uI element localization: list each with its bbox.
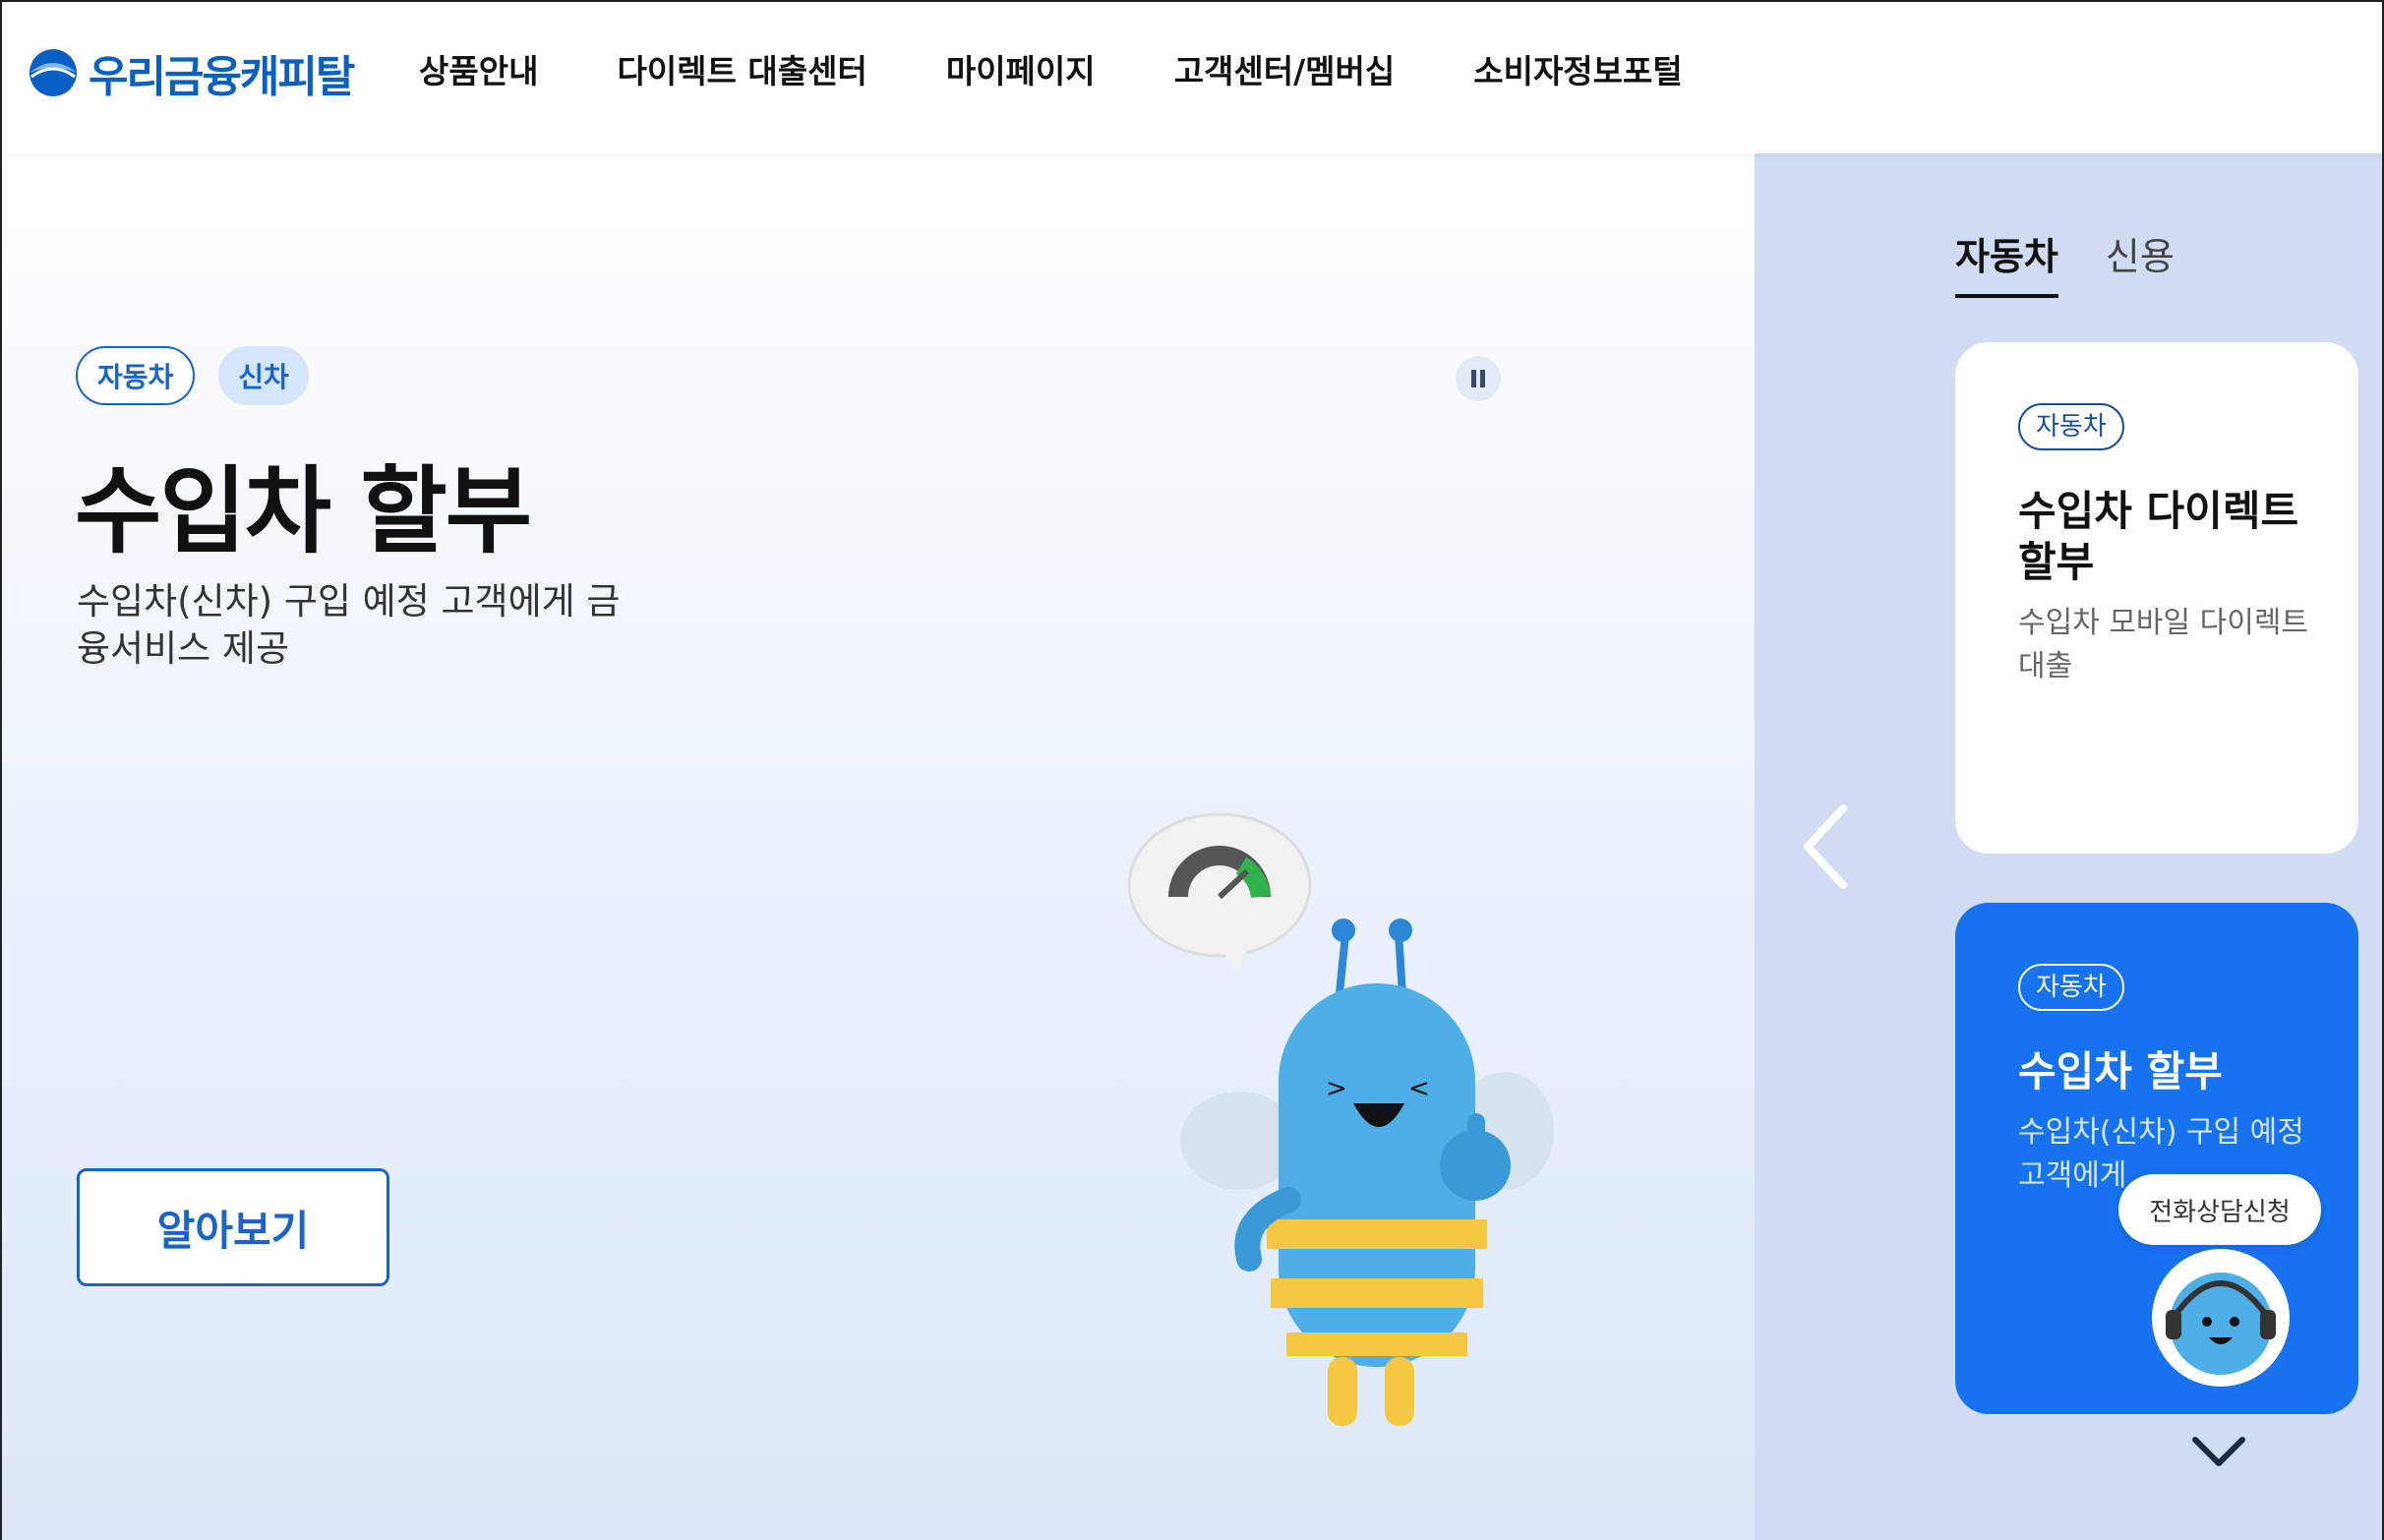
product-card-direct[interactable]: 자동차 수입차 다이렉트 할부 수입차 모바일 다이렉트 대출	[1955, 342, 2358, 854]
site-header: 우리금융캐피탈 상품안내 다이렉트 대출센터 마이페이지 고객센터/멤버십 소비…	[2, 2, 2382, 153]
bee-consultant-avatar-icon[interactable]	[2152, 1249, 2290, 1387]
tab-car[interactable]: 자동차	[1955, 226, 2058, 298]
nav-products[interactable]: 상품안내	[419, 45, 538, 92]
card-chip: 자동차	[2018, 964, 2124, 1011]
svg-text:<: <	[1408, 1074, 1430, 1103]
hero-chips: 자동차 신차	[76, 346, 332, 405]
tab-credit[interactable]: 신용	[2106, 226, 2175, 298]
hero-title: 수입차 할부	[75, 456, 532, 566]
card-title: 수입차 할부	[2018, 1047, 2223, 1096]
svg-text:>: >	[1326, 1074, 1347, 1103]
card-description: 수입차 모바일 다이렉트 대출	[2018, 606, 2309, 683]
hero-description: 수입차(신차) 구입 예정 고객에게 금융서비스 제공	[77, 580, 621, 670]
card-title: 수입차 다이렉트 할부	[2018, 487, 2299, 586]
logo-text: 우리금융캐피탈	[89, 52, 355, 102]
card-chip: 자동차	[2018, 403, 2124, 450]
nav-direct-loan-center[interactable]: 다이렉트 대출센터	[617, 45, 866, 92]
chevron-down-icon[interactable]	[2189, 1432, 2248, 1471]
chip-new-car: 신차	[218, 346, 309, 405]
chevron-left-icon[interactable]	[1800, 802, 1849, 891]
learn-more-button[interactable]: 알아보기	[77, 1168, 389, 1286]
pause-icon	[1471, 370, 1476, 387]
bee-mascot-illustration: > <	[1127, 812, 1554, 1426]
logo-icon	[30, 49, 77, 96]
nav-mypage[interactable]: 마이페이지	[946, 45, 1096, 92]
category-tabs: 자동차 신용	[1955, 226, 2222, 298]
phone-consult-button[interactable]: 전화상담신청	[2118, 1174, 2321, 1245]
pause-button[interactable]	[1456, 356, 1501, 401]
hero-banner: 자동차 신차 수입차 할부 수입차(신차) 구입 예정 고객에게 금융서비스 제…	[2, 153, 1755, 1540]
chip-car: 자동차	[76, 346, 196, 405]
nav-consumer-portal[interactable]: 소비자정보포털	[1473, 45, 1683, 92]
main-nav: 상품안내 다이렉트 대출센터 마이페이지 고객센터/멤버십 소비자정보포털	[419, 45, 1761, 92]
nav-customer-center[interactable]: 고객센터/멤버십	[1174, 45, 1396, 92]
logo[interactable]: 우리금융캐피탈	[28, 41, 355, 104]
